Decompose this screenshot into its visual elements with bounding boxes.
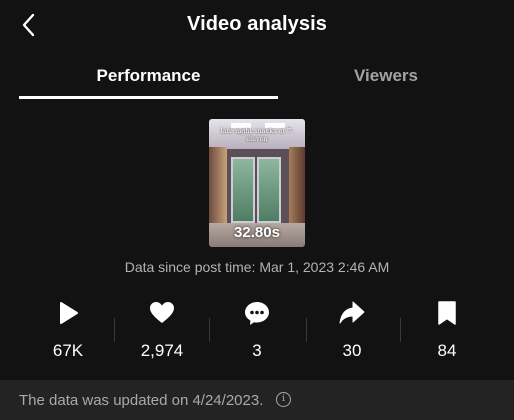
stat-shares[interactable]: 30	[312, 296, 392, 368]
stat-saves[interactable]: 84	[407, 296, 487, 368]
info-icon[interactable]: i	[276, 392, 291, 407]
video-thumbnail[interactable]: late night snacks at 7-eleven 32.80s	[209, 119, 305, 247]
stat-views[interactable]: 67K	[28, 296, 108, 368]
video-caption: late night snacks at 7-eleven	[220, 127, 294, 143]
heart-icon	[150, 302, 174, 323]
stat-value: 67K	[52, 341, 84, 360]
update-notice: The data was updated on 4/24/2023.	[19, 392, 264, 409]
stats-row: 67K 2,974 3 30 84	[0, 296, 514, 368]
tab-viewers[interactable]: Viewers	[258, 56, 514, 98]
play-icon	[60, 302, 78, 324]
video-analysis-screen: Video analysis Performance Viewers late …	[0, 0, 514, 420]
video-duration: 32.80s	[234, 224, 280, 241]
share-icon	[339, 301, 365, 324]
post-time-text: Data since post time: Mar 1, 2023 2:46 A…	[124, 259, 390, 275]
bookmark-icon	[438, 301, 456, 325]
thumbnail-shelf	[209, 147, 227, 227]
stat-value: 3	[252, 341, 262, 360]
stat-value: 30	[342, 341, 362, 360]
footer-bar: The data was updated on 4/24/2023. i	[0, 380, 514, 420]
stat-divider	[114, 318, 115, 342]
stat-likes[interactable]: 2,974	[122, 296, 202, 368]
stat-comments[interactable]: 3	[217, 296, 297, 368]
thumbnail-fridge	[257, 157, 281, 223]
stat-divider	[209, 318, 210, 342]
tab-bar: Performance Viewers	[0, 56, 514, 100]
page-title: Video analysis	[187, 13, 327, 35]
stat-value: 2,974	[140, 341, 184, 360]
thumbnail-fridge	[231, 157, 255, 223]
active-tab-indicator	[19, 96, 278, 99]
tab-performance[interactable]: Performance	[19, 56, 278, 98]
comment-icon	[245, 302, 269, 325]
header: Video analysis	[0, 0, 514, 50]
stat-divider	[306, 318, 307, 342]
thumbnail-shelf	[289, 147, 305, 227]
stat-value: 84	[437, 341, 457, 360]
stat-divider	[400, 318, 401, 342]
